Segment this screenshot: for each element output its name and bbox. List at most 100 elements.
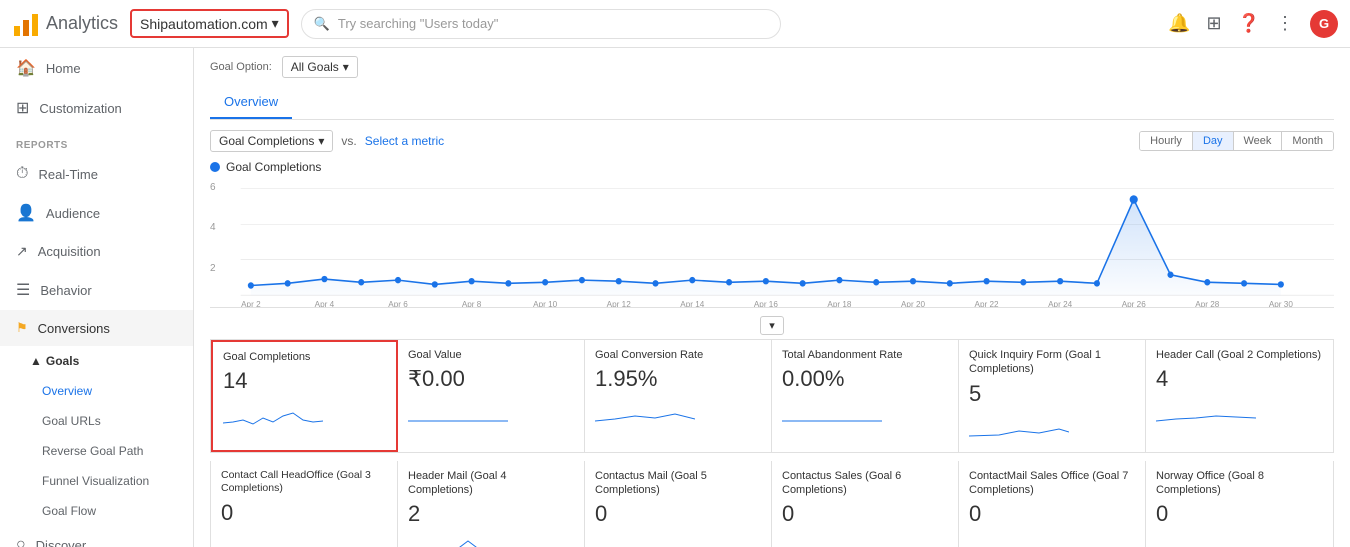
all-goals-button[interactable]: All Goals ▾ <box>282 56 358 78</box>
data-point <box>947 280 953 286</box>
goal-option-label: Goal Option: <box>210 61 272 73</box>
sidebar-item-reverse-goal-path[interactable]: Reverse Goal Path <box>0 436 193 466</box>
metric-cell-header-call: Header Call (Goal 2 Completions) 4 <box>1146 340 1333 452</box>
data-point <box>910 278 916 284</box>
chart-dropdown: ▾ <box>210 316 1334 335</box>
sparkline-norway <box>1156 531 1256 547</box>
sidebar-item-realtime[interactable]: ⏱ Real-Time <box>0 155 193 193</box>
more-icon[interactable]: ⋮ <box>1276 13 1294 34</box>
metric-value-header-call: 4 <box>1156 366 1323 392</box>
metric-label-quick-inquiry: Quick Inquiry Form (Goal 1 Completions) <box>969 348 1135 377</box>
content-area: Goal Option: All Goals ▾ Overview Goal C… <box>194 48 1350 547</box>
sidebar-label-behavior: Behavior <box>40 283 91 298</box>
metrics-grid-row2: Contact Call HeadOffice (Goal 3 Completi… <box>210 461 1334 547</box>
metric-label: Goal Completions <box>219 134 314 148</box>
svg-text:Apr 8: Apr 8 <box>462 299 482 307</box>
sidebar-item-acquisition[interactable]: ↗ Acquisition <box>0 233 193 270</box>
svg-text:Apr 20: Apr 20 <box>901 299 925 307</box>
home-icon: 🏠 <box>16 58 36 78</box>
reverse-goal-path-label: Reverse Goal Path <box>42 444 143 458</box>
notification-icon[interactable]: 🔔 <box>1168 13 1190 34</box>
sidebar-item-overview[interactable]: Overview <box>0 376 193 406</box>
time-period-selector: Hourly Day Week Month <box>1139 131 1334 151</box>
sidebar-label-customization: Customization <box>39 101 121 116</box>
main-layout: 🏠 Home ⊞ Customization REPORTS ⏱ Real-Ti… <box>0 48 1350 547</box>
svg-text:Apr 4: Apr 4 <box>315 299 335 307</box>
sidebar-label-conversions: Conversions <box>38 321 110 336</box>
metric-cell-quick-inquiry: Quick Inquiry Form (Goal 1 Completions) … <box>959 340 1146 452</box>
account-selector[interactable]: Shipautomation.com ▾ <box>130 9 289 38</box>
tab-overview[interactable]: Overview <box>210 86 292 119</box>
funnel-vis-label: Funnel Visualization <box>42 474 149 488</box>
header-actions: 🔔 ⊞ ❓ ⋮ G <box>1168 10 1338 38</box>
sidebar-label-acquisition: Acquisition <box>38 244 101 259</box>
time-btn-day[interactable]: Day <box>1193 132 1234 150</box>
select-metric-link[interactable]: Select a metric <box>365 134 444 148</box>
sparkline-contact-call <box>221 530 321 547</box>
y-label-6: 6 <box>210 182 216 193</box>
sparkline-contactus-sales <box>782 531 882 547</box>
data-point <box>505 280 511 286</box>
metric-selector-button[interactable]: Goal Completions ▾ <box>210 130 333 152</box>
sidebar-item-audience[interactable]: 👤 Audience <box>0 193 193 233</box>
search-icon: 🔍 <box>314 16 330 32</box>
metric-value-conversion-rate: 1.95% <box>595 366 761 392</box>
goal-option-bar: Goal Option: All Goals ▾ <box>210 56 1334 78</box>
metric-cell-contactus-mail: Contactus Mail (Goal 5 Completions) 0 <box>585 461 772 547</box>
metric-label-goal-completions: Goal Completions <box>223 350 386 364</box>
sparkline-goal-completions <box>223 398 323 428</box>
sparkline-quick-inquiry <box>969 411 1069 441</box>
time-btn-hourly[interactable]: Hourly <box>1140 132 1193 150</box>
chart-svg: Apr 2 Apr 4 Apr 6 Apr 8 Apr 10 Apr 12 Ap… <box>210 178 1334 307</box>
chart-dropdown-button[interactable]: ▾ <box>760 316 784 335</box>
time-btn-month[interactable]: Month <box>1282 132 1333 150</box>
dropdown-icon: ▾ <box>272 15 279 32</box>
sidebar-item-conversions[interactable]: ⚑ Conversions <box>0 310 193 346</box>
data-point <box>579 277 585 283</box>
metric-cell-header-mail: Header Mail (Goal 4 Completions) 2 <box>398 461 585 547</box>
metric-value-contactmail-sales: 0 <box>969 501 1135 527</box>
sidebar-item-behavior[interactable]: ☰ Behavior <box>0 270 193 310</box>
metric-cell-goal-value: Goal Value ₹0.00 <box>398 340 585 452</box>
sidebar-label-discover: Discover <box>36 538 87 547</box>
goal-urls-label: Goal URLs <box>42 414 101 428</box>
metric-label-contact-call: Contact Call HeadOffice (Goal 3 Completi… <box>221 469 387 496</box>
discover-icon: ○ <box>16 536 26 547</box>
data-point <box>652 280 658 286</box>
behavior-icon: ☰ <box>16 280 30 300</box>
sparkline-abandonment-rate <box>782 396 882 426</box>
data-point <box>1094 280 1100 286</box>
sidebar-item-customization[interactable]: ⊞ Customization <box>0 88 193 128</box>
data-point <box>1278 281 1284 287</box>
sidebar-goals-header[interactable]: ▲ Goals <box>0 346 193 376</box>
metric-cell-contact-call: Contact Call HeadOffice (Goal 3 Completi… <box>211 461 398 547</box>
metric-value-goal-completions: 14 <box>223 368 386 394</box>
sparkline-goal-value <box>408 396 508 426</box>
data-point <box>836 277 842 283</box>
sidebar-label-audience: Audience <box>46 206 100 221</box>
sidebar-item-funnel-visualization[interactable]: Funnel Visualization <box>0 466 193 496</box>
search-bar[interactable]: 🔍 Try searching "Users today" <box>301 9 781 39</box>
metric-value-goal-value: ₹0.00 <box>408 366 574 392</box>
sidebar-item-goal-urls[interactable]: Goal URLs <box>0 406 193 436</box>
svg-text:Apr 28: Apr 28 <box>1195 299 1219 307</box>
expand-icon: ▲ <box>30 354 42 368</box>
metric-label-contactmail-sales: ContactMail Sales Office (Goal 7 Complet… <box>969 469 1135 498</box>
tab-overview-label: Overview <box>224 94 278 109</box>
metric-label-abandonment-rate: Total Abandonment Rate <box>782 348 948 362</box>
sidebar-item-home[interactable]: 🏠 Home <box>0 48 193 88</box>
avatar[interactable]: G <box>1310 10 1338 38</box>
time-btn-week[interactable]: Week <box>1234 132 1283 150</box>
sidebar-item-goal-flow[interactable]: Goal Flow <box>0 496 193 526</box>
search-placeholder: Try searching "Users today" <box>338 16 498 31</box>
sidebar-item-discover[interactable]: ○ Discover <box>0 526 193 547</box>
sparkline-conversion-rate <box>595 396 695 426</box>
metric-value-norway: 0 <box>1156 501 1323 527</box>
apps-icon[interactable]: ⊞ <box>1206 13 1221 34</box>
help-icon[interactable]: ❓ <box>1238 13 1260 34</box>
sparkline-header-mail <box>408 531 508 547</box>
svg-text:Apr 26: Apr 26 <box>1122 299 1146 307</box>
metric-cell-norway: Norway Office (Goal 8 Completions) 0 <box>1146 461 1333 547</box>
data-point <box>763 278 769 284</box>
metric-cell-abandonment-rate: Total Abandonment Rate 0.00% <box>772 340 959 452</box>
